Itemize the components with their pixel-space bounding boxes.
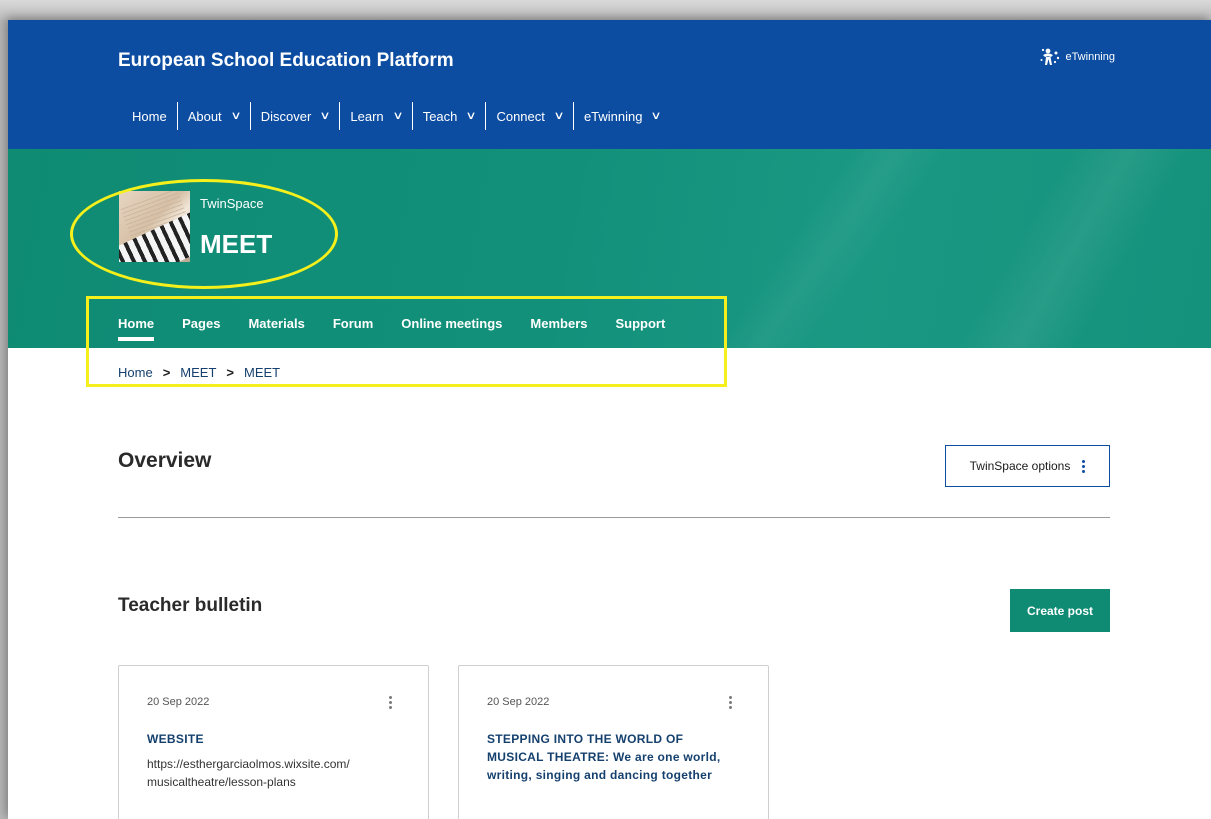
bulletin-post-card[interactable]: 20 Sep 2022 WEBSITE https://esthergarcia… — [118, 665, 429, 819]
chevron-down-icon: ∨ — [230, 109, 242, 122]
etwinning-figures-icon — [1040, 48, 1060, 65]
window-top-shade — [0, 0, 1211, 20]
chevron-down-icon: ∨ — [392, 109, 404, 122]
brand-label: eTwinning — [1065, 51, 1115, 63]
nav-teach[interactable]: Teach ∨ — [411, 102, 486, 130]
nav-label: Connect — [496, 108, 545, 124]
chevron-down-icon: ∨ — [650, 109, 663, 122]
overview-heading: Overview — [118, 449, 212, 472]
nav-label: About — [187, 108, 222, 124]
post-menu-icon[interactable] — [729, 696, 732, 709]
highlight-ellipse-annotation — [70, 179, 338, 289]
chevron-down-icon: ∨ — [465, 109, 478, 122]
main-nav: Home About ∨ Discover ∨ Learn ∨ Teach ∨ … — [124, 102, 671, 130]
options-label: TwinSpace options — [969, 459, 1071, 473]
post-title[interactable]: STEPPING INTO THE WORLD OF MUSICAL THEAT… — [487, 730, 740, 784]
teacher-bulletin-heading: Teacher bulletin — [118, 595, 263, 616]
vertical-ellipsis-icon — [1082, 459, 1086, 473]
post-date: 20 Sep 2022 — [487, 696, 550, 708]
nav-learn[interactable]: Learn ∨ — [339, 102, 411, 130]
site-title[interactable]: European School Education Platform — [118, 50, 454, 72]
site-header: European School Education Platform eTwin… — [8, 20, 1211, 149]
post-title[interactable]: WEBSITE — [147, 730, 400, 748]
nav-label: Home — [132, 108, 167, 124]
etwinning-logo[interactable]: eTwinning — [1040, 47, 1115, 67]
chevron-down-icon: ∨ — [553, 109, 565, 122]
nav-label: eTwinning — [583, 108, 643, 124]
page: European School Education Platform eTwin… — [8, 20, 1211, 819]
highlight-rectangle-annotation — [86, 296, 727, 387]
chevron-down-icon: ∨ — [319, 109, 331, 122]
post-body: https://esthergarciaolmos.wixsite.com/ m… — [147, 757, 350, 789]
nav-label: Teach — [422, 108, 458, 124]
bulletin-post-card[interactable]: 20 Sep 2022 STEPPING INTO THE WORLD OF M… — [458, 665, 769, 819]
create-post-button[interactable]: Create post — [1010, 589, 1110, 632]
twinspace-options-button[interactable]: TwinSpace options — [945, 445, 1110, 487]
section-divider — [118, 517, 1110, 518]
post-menu-icon[interactable] — [389, 696, 392, 709]
nav-etwinning[interactable]: eTwinning ∨ — [572, 102, 671, 130]
nav-connect[interactable]: Connect ∨ — [485, 102, 572, 130]
post-date: 20 Sep 2022 — [147, 696, 210, 708]
nav-label: Discover — [260, 108, 312, 124]
nav-home[interactable]: Home — [124, 102, 177, 130]
nav-discover[interactable]: Discover ∨ — [249, 102, 340, 130]
nav-about[interactable]: About ∨ — [176, 102, 250, 130]
nav-label: Learn — [350, 108, 384, 124]
